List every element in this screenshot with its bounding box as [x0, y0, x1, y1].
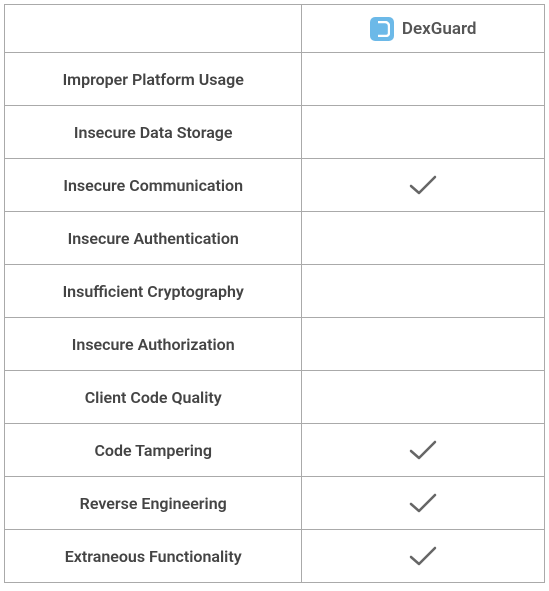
comparison-table: DexGuard Improper Platform Usage Insecur…: [4, 4, 545, 583]
row-label: Improper Platform Usage: [5, 53, 302, 106]
row-label: Reverse Engineering: [5, 477, 302, 530]
row-label: Insecure Authentication: [5, 212, 302, 265]
table-row: Client Code Quality: [5, 371, 545, 424]
check-cell: [302, 53, 545, 106]
check-icon: [408, 438, 438, 462]
check-cell: [302, 477, 545, 530]
table-header-row: DexGuard: [5, 5, 545, 53]
table-row: Insecure Authentication: [5, 212, 545, 265]
table-row: Insecure Communication: [5, 159, 545, 212]
check-cell: [302, 424, 545, 477]
check-cell: [302, 212, 545, 265]
row-label: Client Code Quality: [5, 371, 302, 424]
table-row: Improper Platform Usage: [5, 53, 545, 106]
row-label: Insecure Authorization: [5, 318, 302, 371]
check-cell: [302, 318, 545, 371]
dexguard-logo-icon: [370, 17, 394, 41]
product-name: DexGuard: [402, 19, 477, 39]
row-label: Code Tampering: [5, 424, 302, 477]
check-cell: [302, 371, 545, 424]
table-row: Extraneous Functionality: [5, 530, 545, 583]
check-cell: [302, 265, 545, 318]
table-body: Improper Platform Usage Insecure Data St…: [5, 53, 545, 583]
row-label: Extraneous Functionality: [5, 530, 302, 583]
table-row: Code Tampering: [5, 424, 545, 477]
table-row: Insecure Data Storage: [5, 106, 545, 159]
header-empty-cell: [5, 5, 302, 53]
check-icon: [408, 491, 438, 515]
row-label: Insecure Data Storage: [5, 106, 302, 159]
table-row: Insufficient Cryptography: [5, 265, 545, 318]
row-label: Insecure Communication: [5, 159, 302, 212]
header-product-cell: DexGuard: [302, 5, 545, 53]
row-label: Insufficient Cryptography: [5, 265, 302, 318]
check-icon: [408, 173, 438, 197]
check-icon: [408, 544, 438, 568]
check-cell: [302, 159, 545, 212]
table-row: Reverse Engineering: [5, 477, 545, 530]
check-cell: [302, 530, 545, 583]
table-row: Insecure Authorization: [5, 318, 545, 371]
check-cell: [302, 106, 545, 159]
